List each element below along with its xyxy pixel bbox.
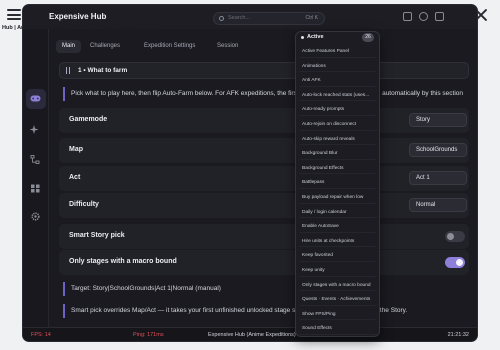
search-placeholder: Search... bbox=[228, 15, 251, 21]
smart-story-row: Smart Story pick bbox=[59, 224, 469, 249]
gamemode-select[interactable]: Story bbox=[409, 113, 467, 127]
dropdown-item[interactable]: Show FPS/Ping bbox=[299, 309, 377, 321]
dropdown-item[interactable]: Animations bbox=[299, 61, 377, 73]
dropdown-item[interactable]: Anti AFK bbox=[299, 75, 377, 87]
active-count-badge: 26 bbox=[362, 33, 374, 42]
dropdown-item[interactable]: Hire units at checkpoints bbox=[299, 236, 377, 248]
sidebar bbox=[23, 29, 49, 329]
dropdown-item[interactable]: Keep favorited bbox=[299, 250, 377, 262]
gamepad-icon[interactable] bbox=[30, 94, 41, 103]
dropdown-item[interactable]: Daily / login calendar bbox=[299, 207, 377, 219]
macro-bound-toggle[interactable] bbox=[445, 257, 465, 268]
hamburger-menu-icon[interactable] bbox=[7, 9, 21, 20]
section-title: 1 • What to farm bbox=[78, 67, 128, 74]
dropdown-item[interactable]: Auto-skip reward reveals bbox=[299, 134, 377, 146]
fps-readout: FPS: 14 bbox=[31, 332, 51, 338]
smart-story-toggle[interactable] bbox=[445, 231, 465, 242]
act-select[interactable]: Act 1 bbox=[409, 171, 467, 185]
maximize-icon[interactable] bbox=[435, 12, 444, 21]
dropdown-header: Active 26 bbox=[296, 32, 379, 44]
search-shortcut: Ctrl K bbox=[305, 15, 319, 21]
dropdown-item[interactable]: Sound Effects bbox=[299, 323, 377, 335]
difficulty-select[interactable]: Normal bbox=[409, 198, 467, 212]
status-dot-icon bbox=[301, 36, 304, 39]
dropdown-item[interactable]: Only stages with a macro bound bbox=[299, 280, 377, 292]
toggle-knob bbox=[456, 259, 463, 266]
dropdown-item[interactable]: Background Effects bbox=[299, 163, 377, 175]
map-select[interactable]: SchoolGrounds bbox=[409, 143, 467, 157]
hierarchy-icon[interactable] bbox=[30, 155, 41, 164]
dropdown-item[interactable]: Buy payload repair when low bbox=[299, 192, 377, 204]
settings-icon[interactable] bbox=[419, 12, 428, 21]
grid-icon[interactable] bbox=[30, 184, 41, 193]
dropdown-item[interactable]: Background Blur bbox=[299, 148, 377, 160]
active-features-dropdown: Active 26 Active Features Panel Animation… bbox=[295, 31, 380, 337]
tab-session[interactable]: Session bbox=[211, 40, 244, 53]
status-bar: FPS: 14 Ping: 171ms Expensive Hub (Anime… bbox=[23, 327, 477, 341]
macro-bound-label: Only stages with a macro bound bbox=[69, 258, 177, 265]
tab-expedition-settings[interactable]: Expedition Settings bbox=[138, 40, 201, 53]
gamemode-label: Gamemode bbox=[69, 116, 108, 123]
sparkles-icon[interactable] bbox=[30, 125, 41, 134]
minimize-icon[interactable] bbox=[403, 12, 412, 21]
main-content: 1 • What to farm Pick what to play here,… bbox=[59, 62, 469, 322]
gamemode-row: Gamemode Story bbox=[59, 108, 469, 133]
dropdown-item[interactable]: Quests · Events · Achievements bbox=[299, 294, 377, 306]
tab-challenges[interactable]: Challenges bbox=[84, 40, 126, 53]
smart-pick-note: Smart pick overrides Map/Act — it takes … bbox=[63, 304, 463, 318]
search-input[interactable]: Search... Ctrl K bbox=[213, 12, 325, 25]
dropdown-item[interactable]: Auto-ready prompts bbox=[299, 104, 377, 116]
difficulty-row: Difficulty Normal bbox=[59, 193, 469, 218]
status-title: Expensive Hub (Anime Expeditions) bbox=[208, 332, 296, 338]
map-row: Map SchoolGrounds bbox=[59, 138, 469, 163]
toggle-knob bbox=[447, 233, 454, 240]
difficulty-label: Difficulty bbox=[69, 201, 99, 208]
search-icon bbox=[219, 16, 224, 21]
gear-icon[interactable] bbox=[30, 212, 41, 221]
dropdown-item[interactable]: Active Features Panel bbox=[299, 46, 377, 58]
tab-main[interactable]: Main bbox=[56, 40, 82, 53]
act-row: Act Act 1 bbox=[59, 166, 469, 191]
app-title: Expensive Hub bbox=[49, 12, 107, 21]
status-time: 21:21:32 bbox=[447, 332, 469, 338]
dropdown-title: Active bbox=[307, 34, 324, 40]
dropdown-item[interactable]: Battlepass bbox=[299, 177, 377, 189]
hub-window: Expensive Hub Search... Ctrl K Main Chal… bbox=[22, 4, 478, 342]
ping-readout: Ping: 171ms bbox=[133, 332, 164, 338]
dropdown-item[interactable]: Keep unity bbox=[299, 265, 377, 277]
session-info: Hub | Anime Expeditions | 25 FPS | 171ms… bbox=[2, 25, 157, 31]
dropdown-item[interactable]: Auto-rejoin on disconnect bbox=[299, 119, 377, 131]
section-header[interactable]: 1 • What to farm bbox=[59, 62, 469, 79]
dropdown-item[interactable]: Auto-lock reached stats (uses... bbox=[299, 90, 377, 102]
collapse-icon bbox=[66, 67, 70, 74]
target-note: Target: Story|SchoolGrounds|Act 1|Normal… bbox=[63, 282, 463, 296]
act-label: Act bbox=[69, 174, 81, 181]
macro-bound-row: Only stages with a macro bound bbox=[59, 250, 469, 275]
smart-story-label: Smart Story pick bbox=[69, 232, 125, 239]
intro-note: Pick what to play here, then flip Auto-F… bbox=[63, 87, 463, 101]
map-label: Map bbox=[69, 146, 83, 153]
dropdown-item[interactable]: Enable AutoSave bbox=[299, 221, 377, 233]
